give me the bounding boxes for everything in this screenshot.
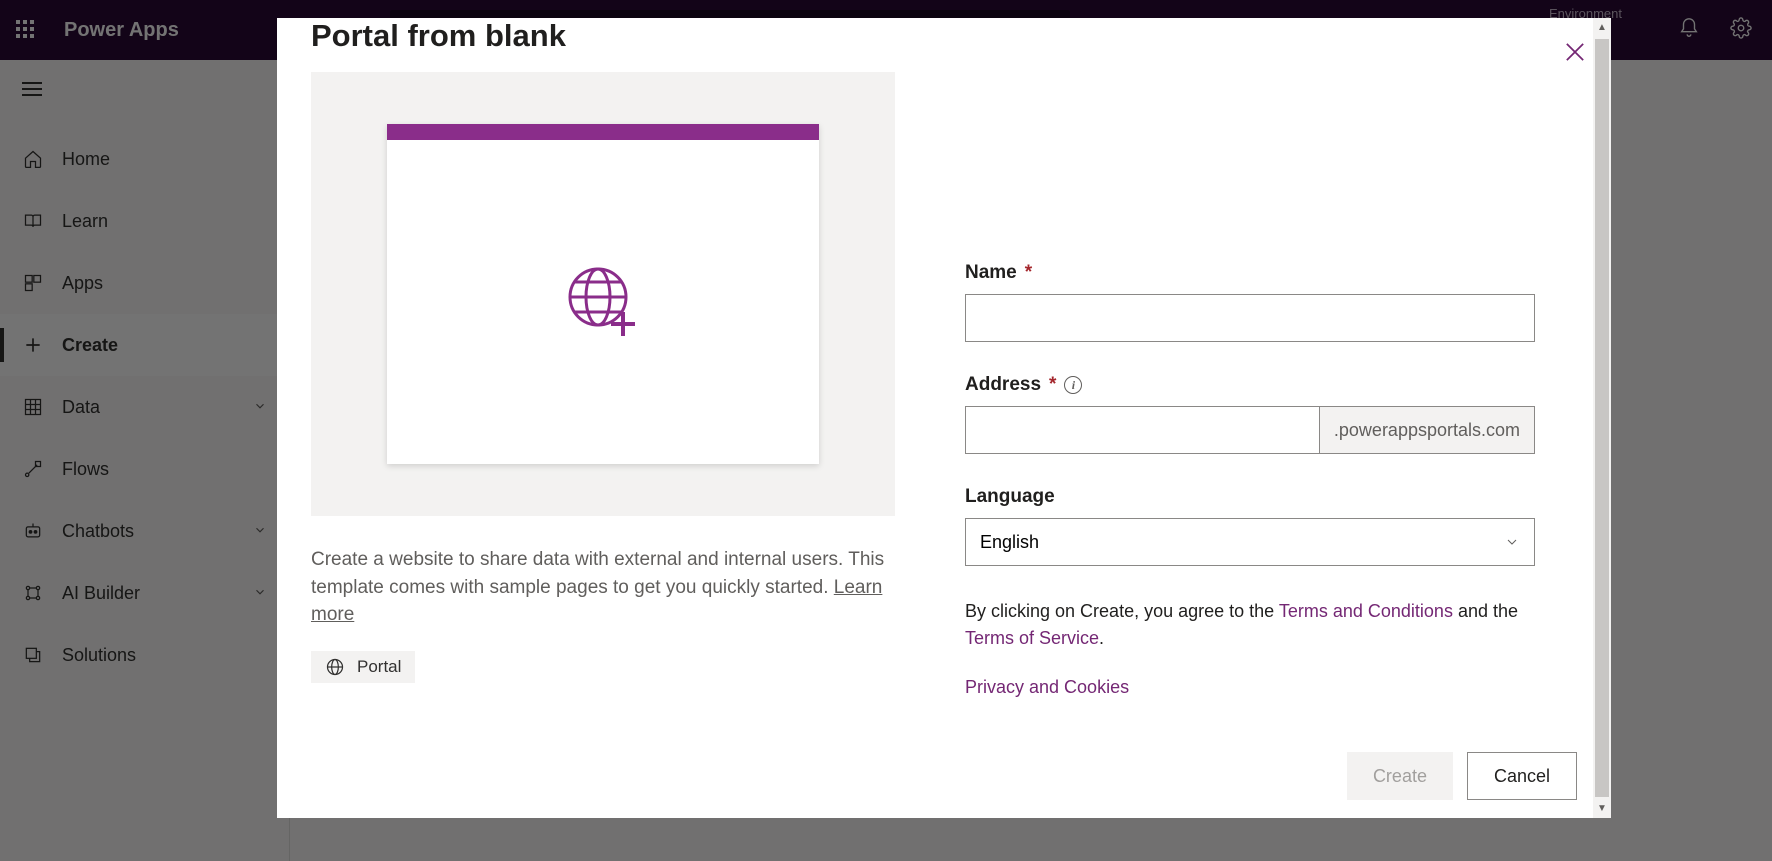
- create-button[interactable]: Create: [1347, 752, 1453, 800]
- template-description: Create a website to share data with exte…: [311, 546, 895, 629]
- chevron-down-icon: [1504, 534, 1520, 550]
- name-input[interactable]: [965, 294, 1535, 342]
- language-label: Language: [965, 486, 1535, 508]
- language-select[interactable]: English: [965, 518, 1535, 566]
- terms-service-link[interactable]: Terms of Service: [965, 628, 1099, 648]
- portal-from-blank-modal: Portal from blank: [277, 18, 1611, 818]
- globe-plus-icon: [387, 140, 819, 464]
- close-icon[interactable]: [1561, 38, 1589, 71]
- address-label: Address* i: [965, 374, 1535, 396]
- template-preview: [311, 72, 895, 516]
- globe-icon: [325, 657, 345, 677]
- info-icon[interactable]: i: [1064, 376, 1082, 394]
- modal-scrollbar[interactable]: ▲ ▼: [1593, 18, 1611, 818]
- address-suffix: .powerappsportals.com: [1319, 406, 1535, 454]
- scroll-down-icon[interactable]: ▼: [1597, 799, 1607, 818]
- name-label: Name*: [965, 262, 1535, 284]
- legal-text: By clicking on Create, you agree to the …: [965, 598, 1535, 652]
- modal-footer: Create Cancel: [277, 734, 1611, 818]
- portal-tag: Portal: [311, 651, 415, 683]
- scroll-up-icon[interactable]: ▲: [1597, 18, 1607, 37]
- modal-title: Portal from blank: [277, 18, 1611, 72]
- terms-conditions-link[interactable]: Terms and Conditions: [1279, 601, 1453, 621]
- cancel-button[interactable]: Cancel: [1467, 752, 1577, 800]
- scroll-thumb[interactable]: [1595, 39, 1609, 797]
- privacy-cookies-link[interactable]: Privacy and Cookies: [965, 677, 1129, 697]
- address-input[interactable]: [965, 406, 1319, 454]
